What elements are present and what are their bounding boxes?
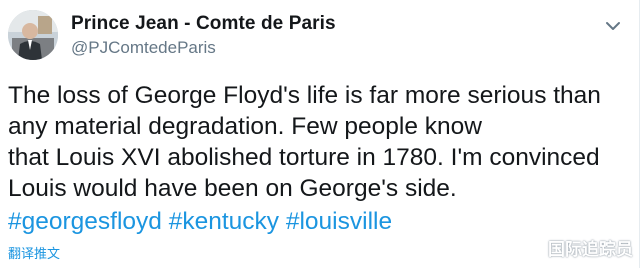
watermark: 国际追踪员: [548, 240, 633, 259]
hashtag-louisville[interactable]: #louisville: [286, 208, 392, 235]
tweet-text-line: Louis would have been on George's side.: [8, 175, 457, 202]
hashtag-kentucky[interactable]: #kentucky: [169, 208, 279, 235]
hashtag-georgesfloyd[interactable]: #georgesfloyd: [8, 208, 162, 235]
author-name[interactable]: Prince Jean - Comte de Paris: [71, 13, 336, 35]
tweet-card: Prince Jean - Comte de Paris @PJComtedeP…: [0, 0, 640, 268]
avatar-image: [8, 10, 58, 60]
tweet-text: The loss of George Floyd's life is far m…: [8, 80, 628, 204]
tweet-text-line: that Louis XVI abolished torture in 1780…: [8, 144, 600, 171]
translate-tweet-link[interactable]: 翻译推文: [8, 243, 60, 262]
avatar[interactable]: [8, 10, 58, 60]
tweet-text-line: The loss of George Floyd's life is far m…: [8, 82, 601, 109]
chevron-down-icon[interactable]: [605, 18, 621, 30]
tweet-text-line: any material degradation. Few people kno…: [8, 113, 482, 140]
author-handle[interactable]: @PJComtedeParis: [71, 38, 216, 58]
hashtag-list: #georgesfloyd #kentucky #louisville: [8, 206, 392, 237]
